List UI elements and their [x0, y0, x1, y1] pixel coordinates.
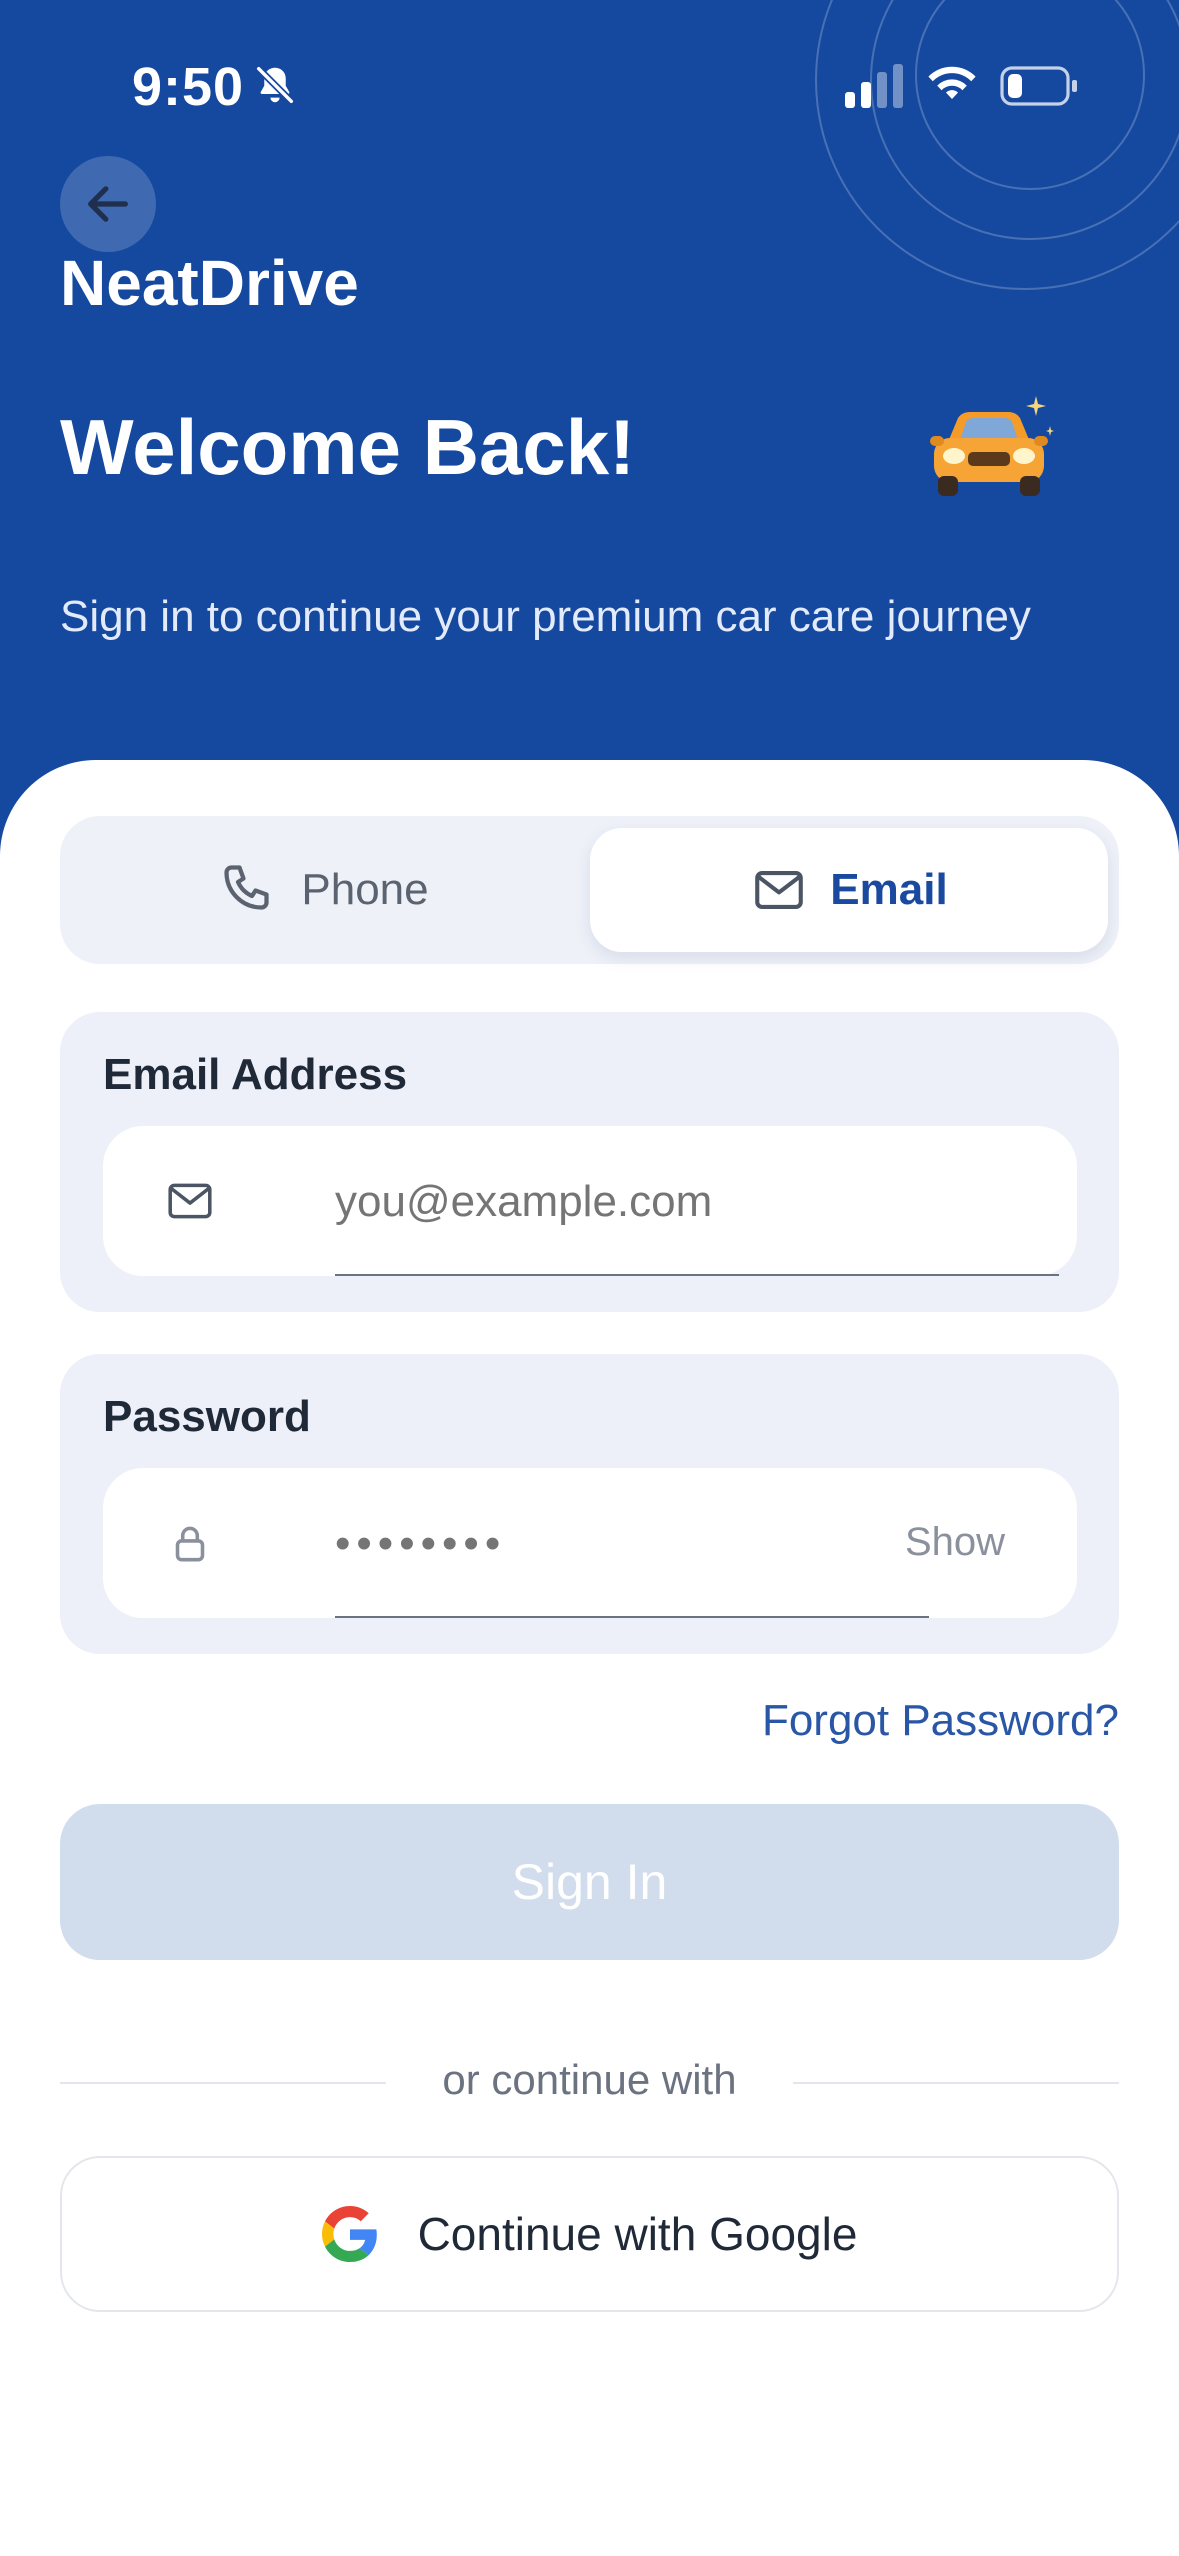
email-card: Email Address [60, 1012, 1119, 1312]
bell-slash-icon [255, 65, 295, 105]
arrow-left-icon [88, 186, 128, 222]
email-input-underline [335, 1274, 1059, 1276]
password-label: Password [103, 1392, 311, 1441]
wifi-icon [928, 66, 976, 99]
status-bar: 9:50 [0, 0, 1179, 170]
tab-email-label: Email [830, 865, 948, 914]
show-password-button[interactable]: Show [905, 1520, 1005, 1565]
battery-icon [1000, 66, 1077, 106]
lock-icon [175, 1526, 205, 1562]
email-field-container [103, 1126, 1077, 1276]
page-title: Welcome Back! [60, 403, 636, 491]
subtitle: Sign in to continue your premium car car… [60, 592, 1031, 641]
email-input[interactable] [335, 1156, 1035, 1248]
tab-email[interactable]: Email [590, 828, 1108, 952]
tab-phone[interactable]: Phone [60, 828, 588, 952]
password-input[interactable] [335, 1498, 855, 1590]
google-signin-button[interactable]: Continue with Google [60, 2156, 1119, 2312]
google-icon [321, 2206, 377, 2262]
mail-icon [755, 871, 804, 909]
back-button[interactable] [60, 156, 156, 252]
car-icon [930, 396, 1054, 496]
mail-icon [168, 1183, 212, 1219]
phone-icon [224, 865, 269, 910]
status-time: 9:50 [132, 57, 245, 117]
divider-line-right [793, 2082, 1119, 2084]
cellular-signal-icon [845, 64, 903, 108]
brand-name: NeatDrive [60, 247, 359, 319]
password-field-container: Show [103, 1468, 1077, 1618]
tab-phone-label: Phone [301, 865, 429, 914]
email-label: Email Address [103, 1050, 408, 1099]
forgot-password-link[interactable]: Forgot Password? [762, 1696, 1119, 1746]
header-hero: 9:50 NeatDrive Welcome Back! Sign in to … [0, 0, 1179, 880]
password-input-underline [335, 1616, 929, 1618]
divider-text: or continue with [442, 2056, 737, 2103]
sign-in-button[interactable]: Sign In [60, 1804, 1119, 1960]
password-card: Password Show [60, 1354, 1119, 1654]
google-signin-label: Continue with Google [417, 2208, 858, 2260]
login-method-toggle: Phone Email [60, 816, 1119, 964]
